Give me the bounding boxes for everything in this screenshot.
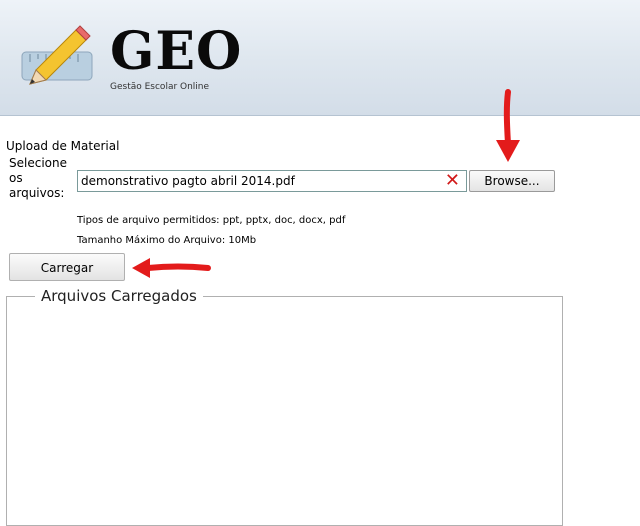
close-icon[interactable]: ✕ [445, 171, 460, 191]
allowed-file-types-text: Tipos de arquivo permitidos: ppt, pptx, … [77, 215, 346, 226]
app-subtitle: Gestão Escolar Online [110, 82, 210, 92]
app-header: GEO Gestão Escolar Online [0, 0, 640, 116]
upload-button[interactable]: Carregar [9, 253, 125, 281]
file-input-value: demonstrativo pagto abril 2014.pdf [81, 174, 295, 188]
pencil-ruler-logo-icon [16, 24, 96, 92]
annotation-arrow-down-icon [496, 89, 520, 162]
app-title: GEO [110, 21, 243, 82]
annotation-arrow-left-icon [132, 258, 211, 278]
uploaded-files-legend: Arquivos Carregados [35, 287, 203, 305]
upload-section-title: Upload de Material [6, 139, 120, 153]
max-file-size-text: Tamanho Máximo do Arquivo: 10Mb [77, 235, 257, 246]
file-input[interactable]: demonstrativo pagto abril 2014.pdf ✕ [77, 170, 467, 192]
uploaded-files-panel: Arquivos Carregados [6, 287, 563, 526]
browse-button[interactable]: Browse... [469, 170, 555, 192]
select-files-label: Selecione os arquivos: [9, 156, 67, 200]
